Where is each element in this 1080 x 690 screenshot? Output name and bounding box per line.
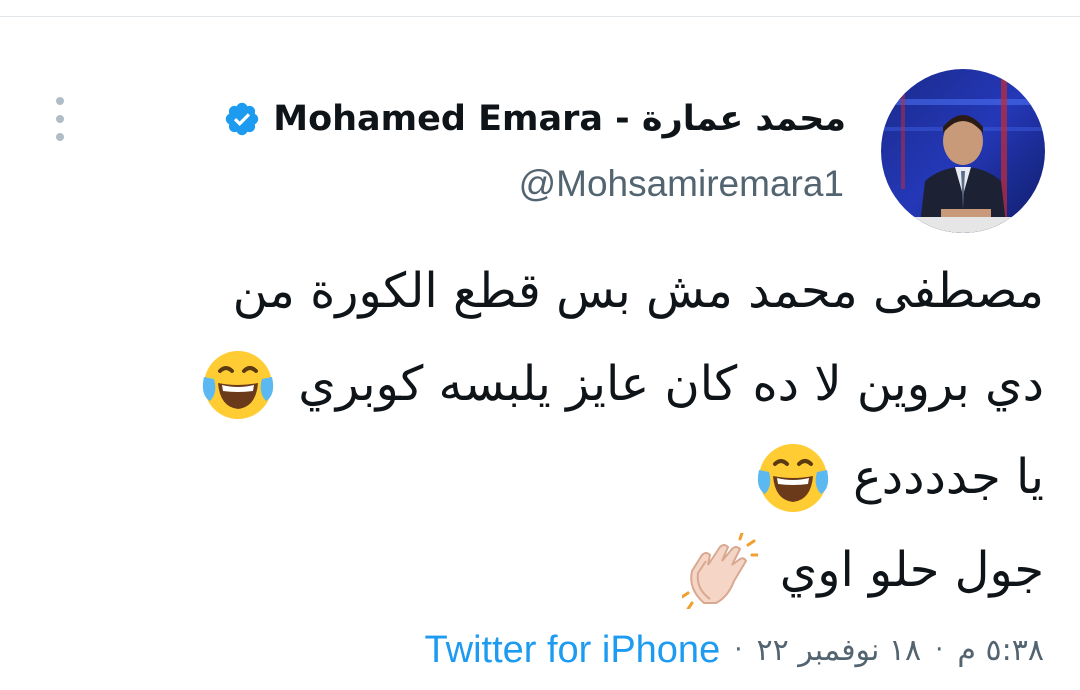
tweet-line-text: يا جددددع: [853, 449, 1044, 505]
face-with-tears-of-joy-icon: [757, 443, 829, 512]
more-dot-icon: [56, 97, 64, 105]
author-name-row: Mohamed Emara - محمد عمارة: [223, 93, 846, 145]
meta-separator: ·: [734, 635, 743, 665]
tweet-line-text: دي بروين لا ده كان عايز يلبسه كوبري: [298, 356, 1044, 412]
tweet-line: يا جددددع: [84, 431, 1044, 524]
tweet-line: جول حلو اوي: [84, 524, 1044, 617]
avatar-photo: [881, 69, 1045, 233]
author-display-name[interactable]: Mohamed Emara - محمد عمارة: [273, 99, 846, 139]
avatar[interactable]: [881, 69, 1045, 233]
author-handle[interactable]: @Mohsamiremara1: [519, 163, 844, 205]
tweet-line: مصطفى محمد مش بس قطع الكورة من: [84, 245, 1044, 338]
face-with-tears-of-joy-icon: [203, 350, 274, 419]
tweet-text: مصطفى محمد مش بس قطع الكورة من دي بروين …: [84, 245, 1044, 617]
more-dot-icon: [56, 133, 64, 141]
tweet-source-link[interactable]: Twitter for iPhone: [425, 629, 721, 672]
tweet: Mohamed Emara - محمد عمارة @Mohsamiremar…: [0, 17, 1080, 690]
more-dot-icon: [56, 115, 64, 123]
tweet-line-text: جول حلو اوي: [779, 542, 1044, 598]
more-options-button[interactable]: [48, 97, 72, 141]
tweet-line-text: مصطفى محمد مش بس قطع الكورة من: [232, 263, 1044, 319]
tweet-meta: ٥:٣٨ م · ١٨ نوفمبر ٢٢ · Twitter for iPho…: [425, 625, 1044, 675]
meta-separator: ·: [935, 635, 944, 665]
verified-badge-icon: [226, 102, 259, 136]
tweet-time[interactable]: ٥:٣٨ م: [957, 633, 1044, 668]
tweet-line: دي بروين لا ده كان عايز يلبسه كوبري: [84, 338, 1044, 431]
tweet-date[interactable]: ١٨ نوفمبر ٢٢: [756, 633, 921, 668]
clapping-hands-icon: [681, 532, 758, 609]
